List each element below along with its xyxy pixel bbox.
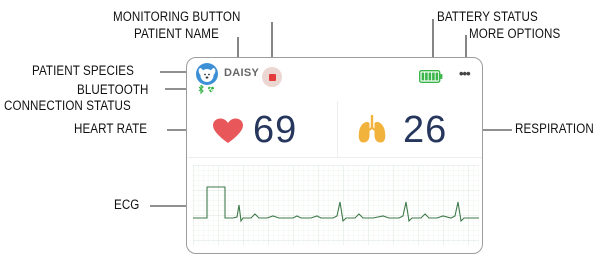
- heart-rate-value: 69: [253, 109, 298, 151]
- label-bluetooth: BLUETOOTH: [77, 82, 149, 97]
- vitals-divider-vertical: [337, 101, 338, 157]
- label-respiration: RESPIRATION: [515, 121, 594, 136]
- more-options-icon[interactable]: •••: [459, 66, 471, 81]
- label-patient-name: PATIENT NAME: [134, 26, 219, 41]
- label-ecg: ECG: [114, 197, 140, 212]
- battery-segments: [421, 72, 439, 81]
- bluetooth-connected-icon: [198, 85, 215, 95]
- lungs-icon: [358, 115, 386, 143]
- heart-icon: [213, 118, 243, 143]
- battery-segment: [421, 72, 425, 81]
- battery-segment: [435, 72, 439, 81]
- respiration-value: 26: [403, 109, 448, 151]
- battery-icon: [419, 70, 443, 83]
- battery-segment: [425, 72, 428, 81]
- label-battery-status: BATTERY STATUS: [437, 9, 538, 24]
- battery-segment: [432, 72, 435, 81]
- ecg-waveform: [193, 165, 479, 245]
- patient-species-avatar-icon: [196, 63, 218, 85]
- label-monitoring-button: MONITORING BUTTON: [113, 9, 241, 24]
- battery-segment: [428, 72, 432, 81]
- ecg-grid: [193, 165, 479, 245]
- patient-name: DAISY: [224, 67, 260, 79]
- label-heart-rate: HEART RATE: [74, 121, 148, 136]
- label-more-options: MORE OPTIONS: [469, 26, 561, 41]
- monitoring-button[interactable]: [262, 67, 282, 87]
- stop-icon: [268, 73, 276, 81]
- vitals-divider: [187, 157, 482, 158]
- label-connection-status: CONNECTION STATUS: [4, 98, 131, 113]
- label-patient-species: PATIENT SPECIES: [32, 63, 134, 78]
